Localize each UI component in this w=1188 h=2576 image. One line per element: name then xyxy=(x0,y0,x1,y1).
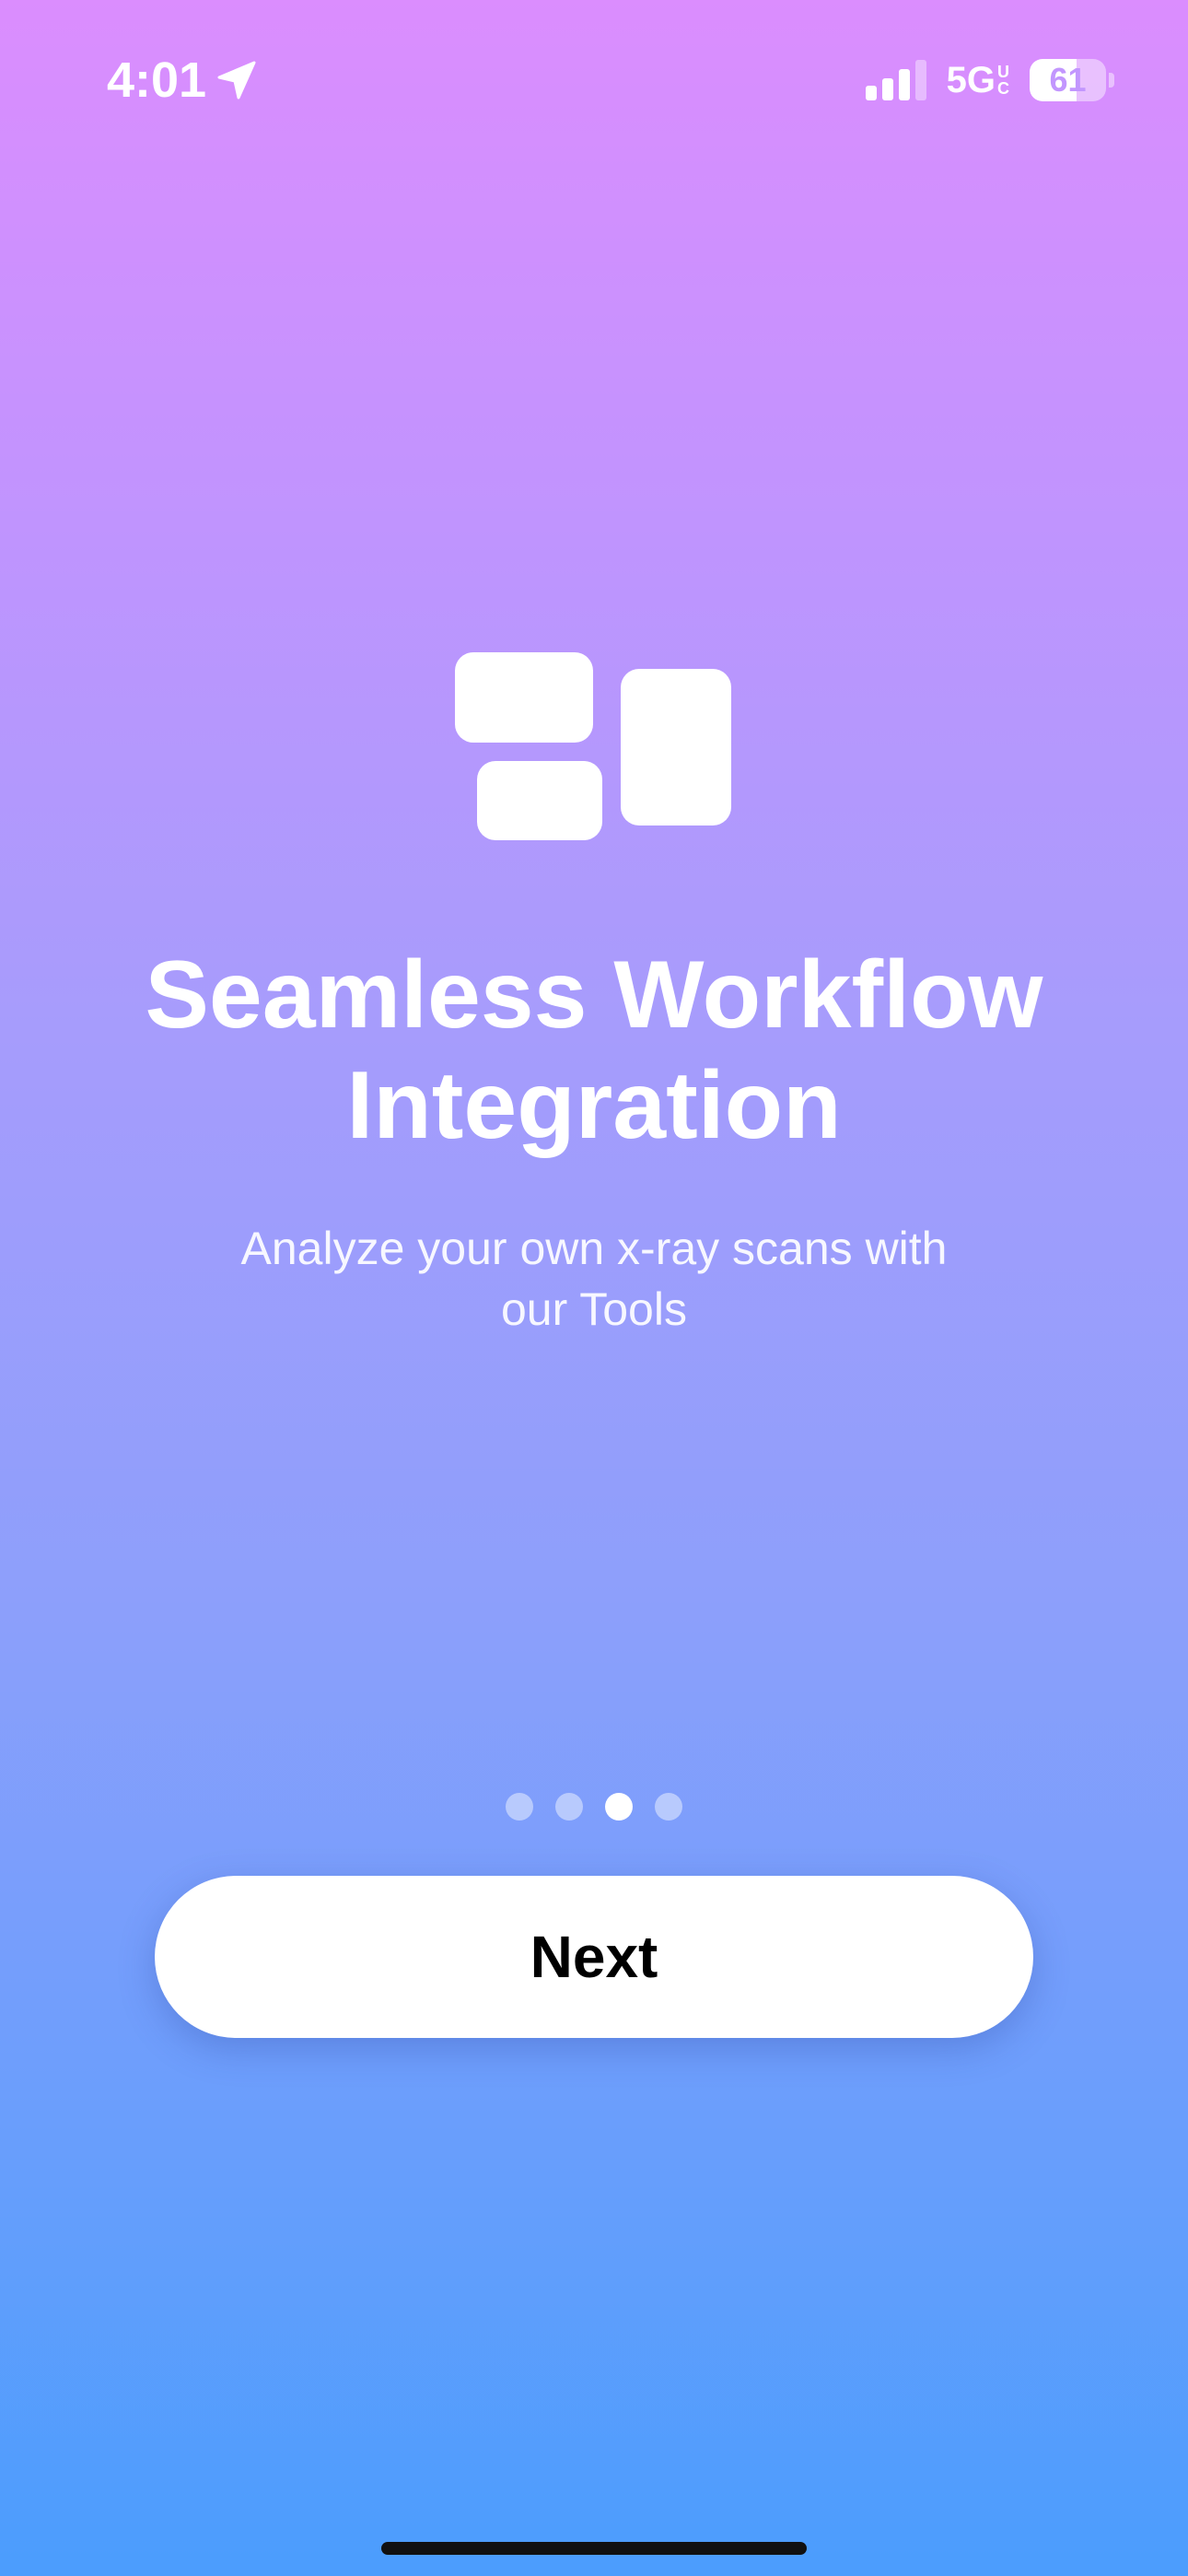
status-bar: 4:01 5G U C 61 xyxy=(0,0,1188,147)
page-dot-3[interactable] xyxy=(605,1793,633,1821)
location-arrow-icon xyxy=(215,59,258,101)
status-time-group: 4:01 xyxy=(107,50,258,111)
title-line-1: Seamless Workflow xyxy=(145,942,1043,1048)
page-indicator[interactable] xyxy=(0,1793,1188,1821)
cellular-signal-icon xyxy=(865,60,926,100)
next-button[interactable]: Next xyxy=(155,1876,1033,2038)
page-dot-1[interactable] xyxy=(506,1793,533,1821)
battery-icon: 61 xyxy=(1030,59,1114,101)
network-sup-bottom: C xyxy=(997,79,1009,98)
home-indicator[interactable] xyxy=(381,2542,807,2555)
status-time: 4:01 xyxy=(107,53,207,108)
page-dot-4[interactable] xyxy=(655,1793,682,1821)
battery-body: 61 xyxy=(1030,59,1107,101)
status-right-group: 5G U C 61 xyxy=(865,57,1114,103)
battery-nub xyxy=(1109,73,1114,88)
battery-level: 61 xyxy=(1049,61,1087,99)
page-dot-2[interactable] xyxy=(555,1793,583,1821)
onboarding-title: Seamless Workflow Integration xyxy=(0,940,1188,1161)
workflow-blocks-icon xyxy=(455,652,733,842)
network-indicator: 5G U C xyxy=(947,57,1009,103)
title-line-2: Integration xyxy=(346,1052,842,1159)
subtitle-line-2: our Tools xyxy=(501,1283,687,1335)
network-sup-top: U xyxy=(997,63,1009,81)
network-superscript: U C xyxy=(997,64,1009,97)
network-type: 5G xyxy=(946,60,996,100)
subtitle-line-1: Analyze your own x-ray scans with xyxy=(240,1223,948,1274)
onboarding-subtitle: Analyze your own x-ray scans with our To… xyxy=(175,1218,1013,1340)
